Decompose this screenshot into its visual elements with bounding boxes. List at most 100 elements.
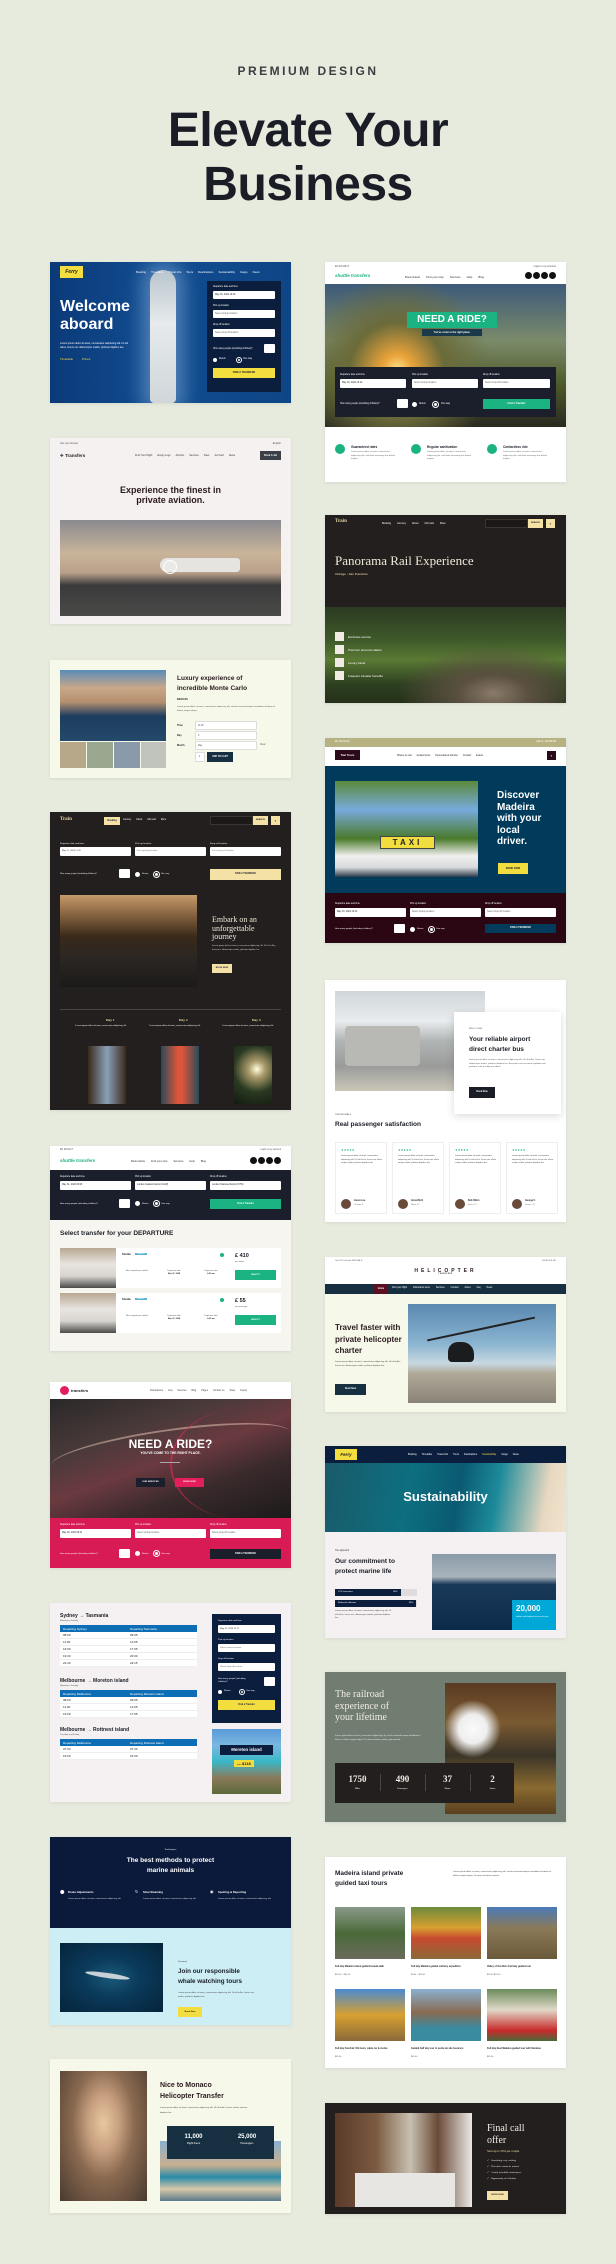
link-timetable[interactable]: Timetable: [60, 357, 73, 361]
add-to-cart-button[interactable]: ADD TO CART: [207, 752, 233, 762]
thumbnail[interactable]: [60, 742, 86, 768]
nav-item[interactable]: Gift card: [147, 819, 156, 821]
oneway-radio[interactable]: [240, 1690, 244, 1694]
logo[interactable]: Train: [60, 817, 72, 822]
tour-title[interactable]: Full day Madeira guided culinary expedit…: [411, 1965, 479, 1969]
nav-item[interactable]: Panoramic tours: [413, 1287, 430, 1289]
facebook-icon[interactable]: [250, 1157, 257, 1164]
nav-item[interactable]: Find your stop: [426, 275, 444, 279]
logo[interactable]: ✈ Transfers: [60, 453, 85, 459]
nav-item[interactable]: About: [465, 1287, 471, 1289]
return-radio[interactable]: [218, 1690, 222, 1694]
logo-icon[interactable]: [60, 1386, 69, 1395]
select-button[interactable]: SELECT: [235, 1270, 276, 1280]
nav-item[interactable]: Help: [467, 275, 473, 279]
search-button[interactable]: SEARCH: [528, 519, 543, 528]
dropoff-select[interactable]: Select drop-off location: [483, 379, 550, 388]
nav-item[interactable]: Cargo: [501, 1453, 508, 1456]
dropoff-select[interactable]: London Stansted Airport (STN): [210, 1181, 281, 1190]
nav-item[interactable]: News: [513, 1453, 519, 1456]
nav-item[interactable]: Extras: [476, 754, 483, 757]
main-nav[interactable]: Booking Journey About Gift card More: [382, 522, 446, 525]
language-switcher[interactable]: EN ES DE IT: [335, 265, 350, 268]
instagram-icon[interactable]: [266, 1157, 273, 1164]
tour-title[interactable]: Valley of the Nuns Full day guided tour: [487, 1965, 555, 1969]
find-transfer-button[interactable]: Find a Transfer: [210, 1199, 281, 1209]
search-input[interactable]: [210, 816, 253, 825]
pickup-select[interactable]: Select pickup location: [410, 908, 481, 917]
nav-item[interactable]: Help: [189, 1160, 194, 1163]
logo[interactable]: HELICOPTER TRANSFERS: [325, 1268, 566, 1275]
instagram-icon[interactable]: [541, 272, 548, 279]
tour-title[interactable]: Full day Madeira island guided levada wa…: [335, 1965, 403, 1969]
twitter-icon[interactable]: [533, 272, 540, 279]
card-monte-carlo[interactable]: Luxury experience of incredible Monte Car…: [50, 660, 291, 778]
cart-icon[interactable]: ▪: [547, 751, 556, 760]
main-nav[interactable]: Find your flight Panoramic tours Services C…: [392, 1287, 492, 1289]
pickup-select[interactable]: Select pickup location: [218, 1644, 275, 1652]
search-button[interactable]: SEARCH: [253, 816, 268, 825]
card-jet-transfers[interactable]: Get your license English ✈ Transfers Fin…: [50, 438, 291, 624]
our-services-button[interactable]: OUR SERVICES: [136, 1478, 165, 1487]
nav-item[interactable]: Book tickets: [131, 1160, 145, 1163]
nav-item[interactable]: News: [487, 1287, 493, 1289]
people-input[interactable]: [119, 1549, 130, 1558]
quantity-input[interactable]: 1: [195, 752, 205, 762]
thumbnail[interactable]: [87, 742, 113, 768]
main-nav[interactable]: Destinations Faq Services Blog Pages Contact …: [150, 1389, 247, 1392]
card-helicopter[interactable]: Get 15% off with SPECIALS EN ES DE FR HE…: [325, 1257, 566, 1412]
month-select[interactable]: May: [195, 741, 257, 750]
tour-title[interactable]: Full day Funchal: Old town, cable car & …: [335, 2047, 403, 2051]
card-panorama-rail[interactable]: Train Booking Journey About Gift card More S…: [325, 515, 566, 703]
departure-input[interactable]: May 16, 2024 10:12: [340, 379, 406, 388]
nav-item[interactable]: About: [136, 819, 142, 821]
return-radio[interactable]: [135, 872, 140, 877]
departure-input[interactable]: May 16, 2024 10:13: [335, 908, 406, 917]
departure-input[interactable]: May 21, 2024 11:39: [60, 847, 131, 856]
phone-link[interactable]: Call us: 123456789: [536, 741, 556, 743]
card-pink-transfers[interactable]: transfers Destinations Faq Services Blog Pag…: [50, 1382, 291, 1568]
nav-item[interactable]: Pages: [201, 1389, 208, 1392]
nav-item[interactable]: Services: [189, 454, 199, 457]
departure-input[interactable]: May 31, 2024 06:00: [60, 1181, 131, 1190]
find-transfer-button[interactable]: FIND A TRANSFER: [213, 368, 275, 378]
nav-item[interactable]: Services: [436, 1287, 445, 1289]
card-final-call[interactable]: Final call offer Save up to 50% per coupl…: [325, 2103, 566, 2214]
find-transfer-button[interactable]: FIND A TRANSFER: [210, 1549, 281, 1559]
dropoff-select[interactable]: Select drop off location: [218, 1663, 275, 1671]
nav-item[interactable]: Booking: [136, 270, 146, 274]
find-transfer-button[interactable]: Find a Transfer: [218, 1700, 275, 1710]
cart-icon[interactable]: ▪: [546, 519, 555, 528]
book-now-button[interactable]: Book Now: [178, 2007, 202, 2017]
card-monaco-helicopter[interactable]: Nice to Monaco Helicopter Transfer Lorem …: [50, 2059, 291, 2213]
tour-image[interactable]: [487, 1907, 557, 1959]
nav-item[interactable]: Contact us: [213, 1389, 224, 1392]
book-now-button[interactable]: Book Now: [469, 1087, 495, 1098]
logo[interactable]: Ferry: [335, 1449, 357, 1460]
card-sustainability[interactable]: Ferry Booking Timetable Travel info Tours De…: [325, 1446, 566, 1638]
nav-item[interactable]: Services: [173, 1160, 183, 1163]
oneway-radio[interactable]: [429, 927, 434, 932]
nav-item[interactable]: Journey: [123, 819, 131, 821]
tour-image[interactable]: [335, 1907, 405, 1959]
nav-item-active[interactable]: Booking: [104, 817, 120, 825]
logo[interactable]: Train: [335, 519, 347, 524]
dropoff-select[interactable]: Select drop off location: [210, 847, 281, 856]
oneway-radio[interactable]: [237, 358, 241, 362]
facebook-icon[interactable]: [525, 272, 532, 279]
nav-item[interactable]: Services: [177, 1389, 186, 1392]
thumbnail[interactable]: [141, 742, 166, 768]
nav-item[interactable]: Destinations: [464, 1453, 477, 1456]
people-input[interactable]: [394, 924, 405, 933]
main-nav[interactable]: Book tickets Find your stop Services Help Bl…: [405, 275, 484, 279]
dropoff-select[interactable]: Select drop off location: [213, 329, 275, 337]
card-railroad[interactable]: The railroad experience of your lifetime L…: [325, 1672, 566, 1822]
departure-input[interactable]: May 16, 2024 09:11: [60, 1529, 131, 1538]
tour-title[interactable]: Full day East Madeira guided tour with S…: [487, 2047, 555, 2051]
nav-item[interactable]: Booking: [382, 522, 391, 525]
topbar-link[interactable]: Get your license: [60, 442, 78, 445]
logo[interactable]: Ferry: [60, 266, 83, 278]
day-select[interactable]: 5: [195, 731, 257, 740]
return-radio[interactable]: [135, 1201, 140, 1206]
cart-icon[interactable]: ▪: [271, 816, 280, 825]
